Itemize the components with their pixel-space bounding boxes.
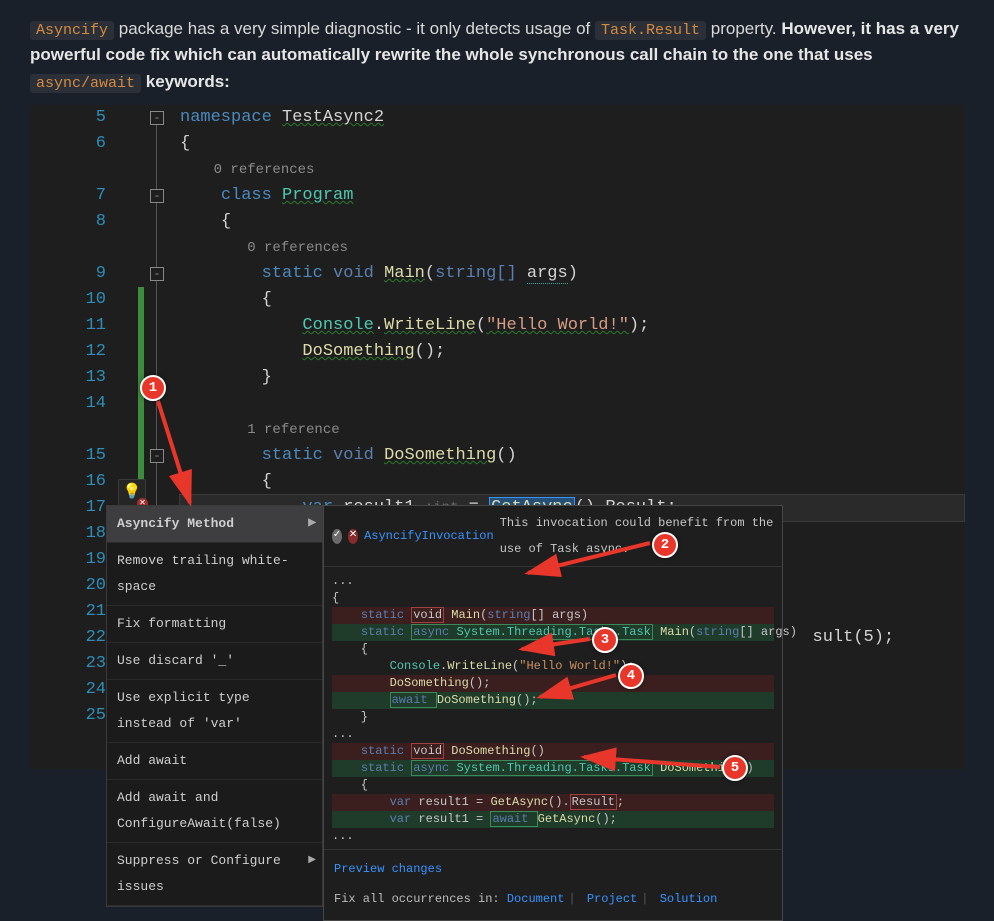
fix-scope-project[interactable]: Project [587,892,637,906]
inline-code-taskresult: Task.Result [595,21,706,40]
error-icon: ✕ [348,529,358,544]
chevron-right-icon: ▶ [308,511,316,537]
collapse-toggle-icon[interactable]: - [150,111,164,125]
diagnostic-message: This invocation could benefit from the u… [500,510,774,562]
menu-item-remove-whitespace[interactable]: Remove trailing white-space [107,543,322,606]
preview-footer: Preview changes Fix all occurrences in: … [324,849,782,920]
menu-item-add-await[interactable]: Add await [107,743,322,780]
menu-item-use-discard[interactable]: Use discard '_' [107,643,322,680]
fix-scope-solution[interactable]: Solution [660,892,718,906]
menu-item-suppress[interactable]: Suppress or Configure issues▶ [107,843,322,906]
callout-badge: 3 [592,627,618,653]
inline-code-asyncawait: async/await [30,74,141,93]
fix-scope-document[interactable]: Document [507,892,565,906]
chevron-right-icon: ▶ [308,848,316,874]
diagnostic-rule-link[interactable]: AsyncifyInvocation [364,523,494,549]
preview-header: ✓ ✕ AsyncifyInvocation This invocation c… [324,506,782,567]
menu-item-asyncify-method[interactable]: Asyncify Method▶ [107,506,322,543]
menu-item-explicit-type[interactable]: Use explicit type instead of 'var' [107,680,322,743]
quick-actions-menu: Asyncify Method▶ Remove trailing white-s… [106,505,323,907]
code-fix-preview: ✓ ✕ AsyncifyInvocation This invocation c… [323,505,783,921]
inline-code-asyncify: Asyncify [30,21,114,40]
quick-actions-lightbulb[interactable]: 💡 ✕ [118,479,146,507]
line-number-gutter: 5 6 7 8 9 10 11 12 13 14 15 16 17 18 19 … [30,105,118,729]
collapse-toggle-icon[interactable]: - [150,189,164,203]
collapse-toggle-icon[interactable]: - [150,449,164,463]
check-icon: ✓ [332,529,342,544]
intro-paragraph: Asyncify package has a very simple diagn… [0,0,994,105]
callout-badge: 4 [618,663,644,689]
preview-changes-link[interactable]: Preview changes [334,862,442,876]
code-editor[interactable]: 5 6 7 8 9 10 11 12 13 14 15 16 17 18 19 … [30,105,964,769]
collapse-toggle-icon[interactable]: - [150,267,164,281]
callout-badge: 2 [652,532,678,558]
callout-badge: 1 [140,375,166,401]
diff-body: ... { static void Main(string[] args) st… [324,567,782,849]
callout-badge: 5 [722,755,748,781]
menu-item-add-await-configure[interactable]: Add await and ConfigureAwait(false) [107,780,322,843]
menu-item-fix-formatting[interactable]: Fix formatting [107,606,322,643]
